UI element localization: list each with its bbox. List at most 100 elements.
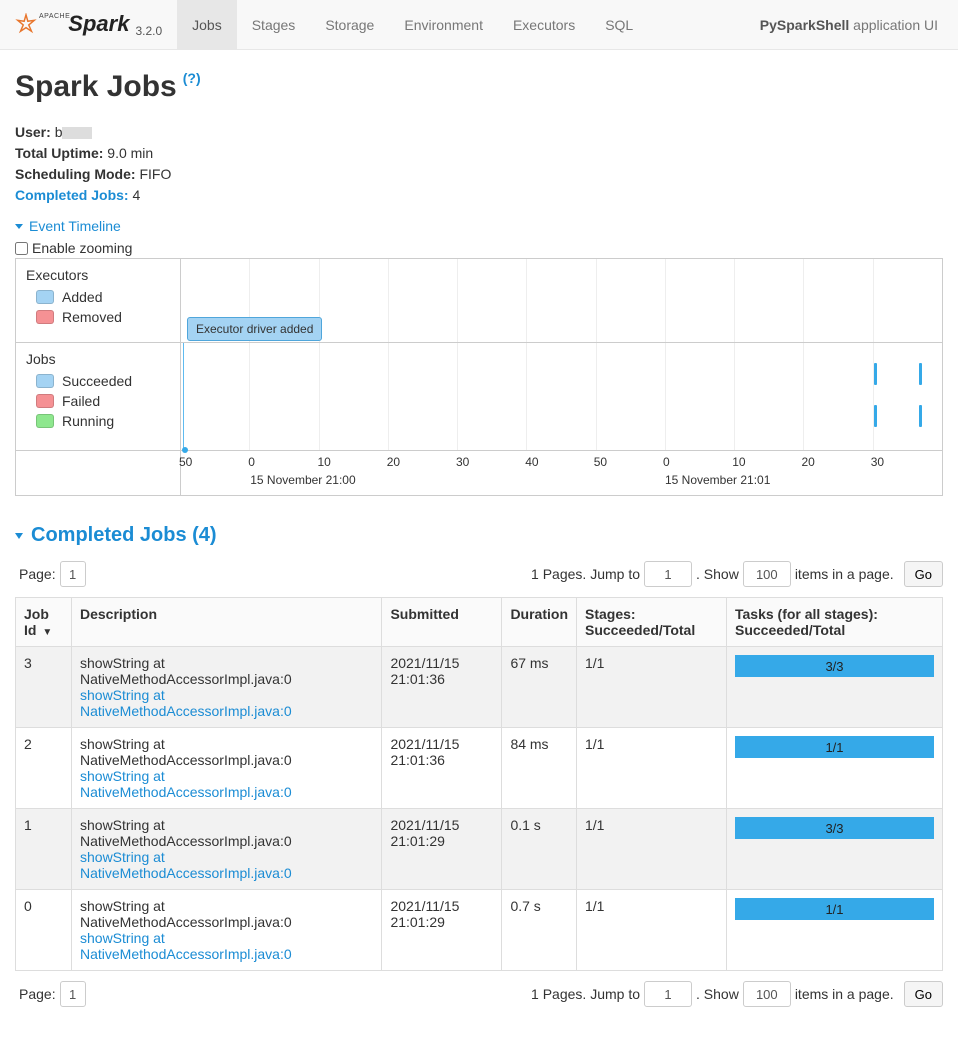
event-timeline-toggle[interactable]: Event Timeline (15, 218, 943, 234)
go-button[interactable]: Go (904, 981, 943, 1007)
jump-to-input[interactable] (644, 561, 692, 587)
axis-tick: 0 (663, 455, 670, 469)
nav-tab-environment[interactable]: Environment (389, 0, 498, 49)
cell-stages: 1/1 (577, 890, 727, 971)
go-button[interactable]: Go (904, 561, 943, 587)
completed-jobs-toggle[interactable]: Completed Jobs (4) (15, 524, 943, 547)
swatch-running (36, 414, 54, 428)
spark-version: 3.2.0 (135, 24, 162, 38)
timeline-jobs-lane[interactable] (181, 343, 942, 450)
cell-submitted: 2021/11/15 21:01:29 (382, 809, 502, 890)
description-link[interactable]: showString at NativeMethodAccessorImpl.j… (80, 849, 373, 881)
meta-uptime: Total Uptime: 9.0 min (15, 143, 943, 164)
swatch-added (36, 290, 54, 304)
meta-completed: Completed Jobs: 4 (15, 185, 943, 206)
jump-to-input[interactable] (644, 981, 692, 1007)
cell-tasks: 1/1 (727, 728, 943, 809)
page-input[interactable] (60, 561, 86, 587)
page-summary: 1 Pages. Jump to (531, 986, 640, 1002)
cell-submitted: 2021/11/15 21:01:29 (382, 890, 502, 971)
items-suffix: items in a page. (795, 986, 894, 1002)
pagination-top: Page: 1 Pages. Jump to . Show items in a… (15, 561, 943, 587)
th-tasks[interactable]: Tasks (for all stages): Succeeded/Total (727, 598, 943, 647)
description-text: showString at NativeMethodAccessorImpl.j… (80, 655, 292, 687)
cell-stages: 1/1 (577, 647, 727, 728)
swatch-succeeded (36, 374, 54, 388)
cell-description: showString at NativeMethodAccessorImpl.j… (72, 647, 382, 728)
brand[interactable]: APACHE Spark 3.2.0 (0, 11, 177, 38)
items-per-page-input[interactable] (743, 981, 791, 1007)
th-stages[interactable]: Stages: Succeeded/Total (577, 598, 727, 647)
job-event-bar[interactable] (919, 405, 922, 427)
th-description[interactable]: Description (72, 598, 382, 647)
axis-tick: 50 (594, 455, 607, 469)
executor-added-event[interactable]: Executor driver added (187, 317, 322, 341)
th-job-id[interactable]: Job Id ▼ (16, 598, 72, 647)
brand-text: Spark (68, 11, 129, 37)
items-per-page-input[interactable] (743, 561, 791, 587)
description-link[interactable]: showString at NativeMethodAccessorImpl.j… (80, 768, 373, 800)
pagination-bottom: Page: 1 Pages. Jump to . Show items in a… (15, 981, 943, 1007)
nav-tab-storage[interactable]: Storage (310, 0, 389, 49)
sort-desc-icon: ▼ (42, 627, 52, 638)
table-row: 1showString at NativeMethodAccessorImpl.… (16, 809, 943, 890)
job-event-bar[interactable] (919, 363, 922, 385)
timeline-axis-spacer (16, 451, 181, 495)
spark-star-icon (15, 13, 37, 35)
nav-tab-jobs[interactable]: Jobs (177, 0, 237, 49)
caret-down-icon (15, 533, 23, 539)
cell-job-id: 3 (16, 647, 72, 728)
description-text: showString at NativeMethodAccessorImpl.j… (80, 898, 292, 930)
cell-tasks: 3/3 (727, 809, 943, 890)
cell-duration: 67 ms (502, 647, 577, 728)
enable-zoom-label: Enable zooming (32, 240, 132, 256)
page-label: Page: (19, 986, 56, 1002)
cell-tasks: 3/3 (727, 647, 943, 728)
axis-tick: 0 (248, 455, 255, 469)
task-progress: 3/3 (735, 817, 934, 839)
user-censored (62, 127, 92, 139)
timeline-executors-lane[interactable]: Executor driver added (181, 259, 942, 342)
page-input[interactable] (60, 981, 86, 1007)
page-title: Spark Jobs (?) (15, 70, 943, 104)
nav-tab-executors[interactable]: Executors (498, 0, 590, 49)
cell-job-id: 0 (16, 890, 72, 971)
cell-submitted: 2021/11/15 21:01:36 (382, 728, 502, 809)
cell-duration: 84 ms (502, 728, 577, 809)
cell-description: showString at NativeMethodAccessorImpl.j… (72, 809, 382, 890)
nav-tab-stages[interactable]: Stages (237, 0, 311, 49)
completed-jobs-link[interactable]: Completed Jobs: (15, 187, 129, 203)
enable-zoom-checkbox[interactable] (15, 242, 28, 255)
cell-job-id: 1 (16, 809, 72, 890)
swatch-failed (36, 394, 54, 408)
axis-date: 15 November 21:01 (665, 473, 770, 487)
navbar: APACHE Spark 3.2.0 Jobs Stages Storage E… (0, 0, 958, 50)
show-label: . Show (696, 566, 739, 582)
description-text: showString at NativeMethodAccessorImpl.j… (80, 817, 292, 849)
cell-stages: 1/1 (577, 809, 727, 890)
th-duration[interactable]: Duration (502, 598, 577, 647)
help-link[interactable]: (?) (183, 70, 201, 86)
axis-tick: 20 (801, 455, 814, 469)
cell-duration: 0.1 s (502, 809, 577, 890)
show-label: . Show (696, 986, 739, 1002)
description-link[interactable]: showString at NativeMethodAccessorImpl.j… (80, 930, 373, 962)
cell-submitted: 2021/11/15 21:01:36 (382, 647, 502, 728)
description-link[interactable]: showString at NativeMethodAccessorImpl.j… (80, 687, 373, 719)
cell-job-id: 2 (16, 728, 72, 809)
nav-tab-sql[interactable]: SQL (590, 0, 648, 49)
job-event-bar[interactable] (874, 405, 877, 427)
brand-apache: APACHE (39, 13, 70, 20)
meta-user: User: b (15, 122, 943, 143)
swatch-removed (36, 310, 54, 324)
caret-down-icon (15, 224, 23, 229)
cell-stages: 1/1 (577, 728, 727, 809)
axis-date: 15 November 21:00 (250, 473, 355, 487)
meta-sched: Scheduling Mode: FIFO (15, 164, 943, 185)
app-name-rest: application UI (849, 17, 938, 33)
job-event-bar[interactable] (874, 363, 877, 385)
cell-duration: 0.7 s (502, 890, 577, 971)
enable-zoom[interactable]: Enable zooming (15, 240, 943, 256)
th-submitted[interactable]: Submitted (382, 598, 502, 647)
timeline: Executors Added Removed Executor driver … (15, 258, 943, 496)
